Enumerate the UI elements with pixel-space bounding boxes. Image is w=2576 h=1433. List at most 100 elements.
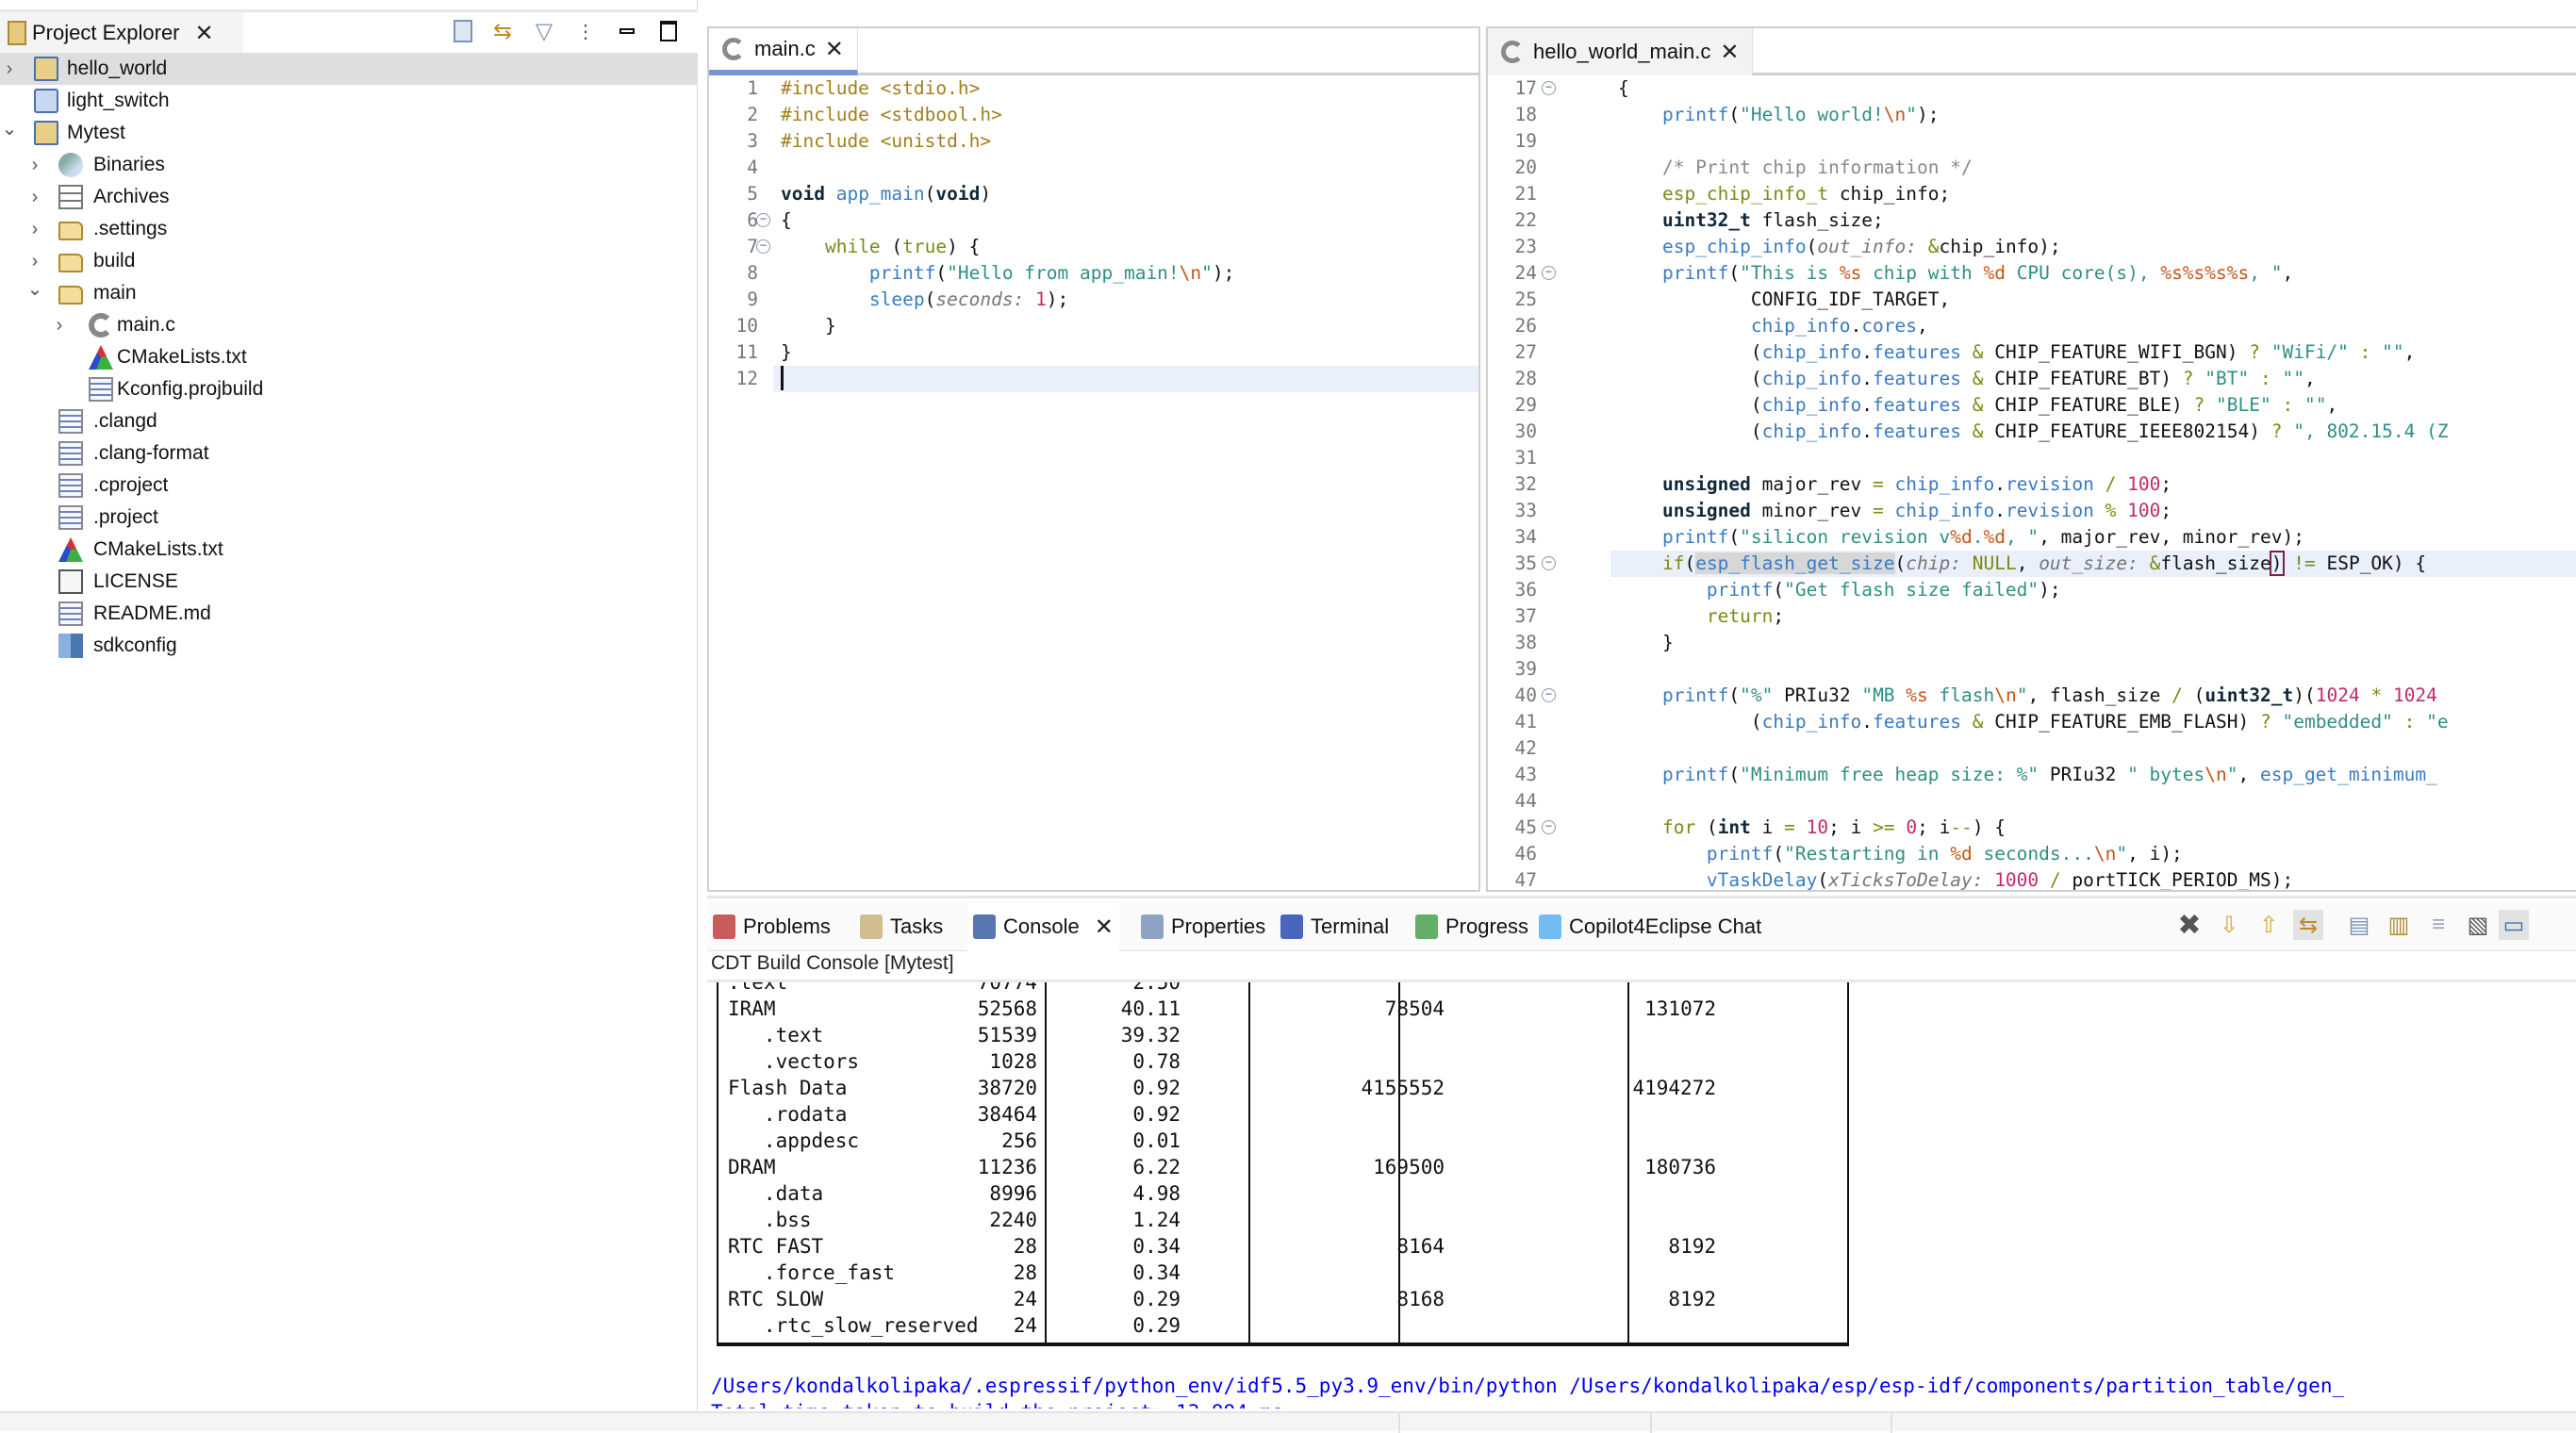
fold-collapse-icon[interactable]: − [1542,556,1556,570]
tree-item-main-c[interactable]: › main.c [0,309,698,341]
tree-item-readme-md[interactable]: README.md [0,598,698,630]
maximize-icon[interactable] [654,15,683,47]
console-output[interactable]: .text 70774 2.50 IRAM 52568 40.11 78504 131072 … [707,980,2576,1408]
editor-tab-hello-world-main-c[interactable]: hello_world_main.c ✕ [1488,28,1754,75]
link-with-editor-icon[interactable]: ⇆ [488,15,517,47]
next-icon[interactable]: ⇩ [2214,910,2244,940]
code-line[interactable]: 5 void app_main(void) [709,181,1478,207]
pin-console-icon[interactable]: ▥ [2384,910,2414,940]
code-line[interactable]: 37 return; [1488,603,2576,630]
tab-copilot4eclipse-chat[interactable]: Copilot4Eclipse Chat [1533,902,1767,951]
tab-properties[interactable]: Properties [1135,902,1271,951]
code-line[interactable]: 43 printf("Minimum free heap size: %" PR… [1488,762,2576,788]
code-line[interactable]: 41 (chip_info.features & CHIP_FEATURE_EM… [1488,709,2576,735]
code-line[interactable]: 20 /* Print chip information */ [1488,155,2576,181]
tab-project-explorer[interactable]: Project Explorer ✕ [0,12,243,54]
tree-item-archives[interactable]: › Archives [0,181,698,213]
code-line[interactable]: 11} [709,339,1478,366]
chevron-right-icon[interactable]: › [50,315,69,337]
tree-item-cproject[interactable]: .cproject [0,469,698,502]
tree-item-build[interactable]: › build [0,245,698,277]
close-icon[interactable]: ✕ [195,20,214,47]
code-line[interactable]: 19 [1488,128,2576,155]
code-line[interactable]: 29 (chip_info.features & CHIP_FEATURE_BL… [1488,392,2576,419]
scroll-lock-icon[interactable]: ▤ [2344,910,2374,940]
code-line[interactable]: 25 CONFIG_IDF_TARGET, [1488,287,2576,313]
remove-launch-icon[interactable]: ✖ [2174,910,2204,941]
tab-problems[interactable]: Problems [707,902,836,951]
code-line[interactable]: 33 unsigned minor_rev = chip_info.revisi… [1488,498,2576,524]
editor-main-c[interactable]: main.c ✕ 1 #include <stdio.h> 2 #include <s… [707,26,1480,892]
close-icon[interactable]: ✕ [1095,914,1114,941]
close-icon[interactable]: ✕ [1720,39,1739,66]
code-line[interactable]: 21 esp_chip_info_t chip_info; [1488,181,2576,207]
tab-tasks[interactable]: Tasks [854,902,949,951]
fold-collapse-icon[interactable]: − [1542,81,1556,95]
tree-item-kconfig-projbuild[interactable]: Kconfig.projbuild [0,373,698,405]
code-line[interactable]: 28 (chip_info.features & CHIP_FEATURE_BT… [1488,366,2576,392]
collapse-all-icon[interactable] [449,15,477,47]
code-line[interactable]: 46 printf("Restarting in %d seconds...\n… [1488,841,2576,867]
tree-item-clang-format[interactable]: .clang-format [0,437,698,469]
code-line[interactable]: 34 printf("silicon revision v%d.%d, ", m… [1488,524,2576,551]
code-line[interactable]: 47 vTaskDelay(xTicksToDelay: 1000 / port… [1488,867,2576,890]
chevron-right-icon[interactable]: › [0,58,19,80]
code-line[interactable]: 6−{ [709,207,1478,234]
code-line[interactable]: 23 esp_chip_info(out_info: &chip_info); [1488,234,2576,260]
code-line[interactable]: 2 #include <stdbool.h> [709,102,1478,128]
code-line[interactable]: 8 printf("Hello from app_main!\n"); [709,260,1478,287]
fold-collapse-icon[interactable]: − [756,239,770,254]
code-line[interactable]: 22 uint32_t flash_size; [1488,207,2576,234]
close-icon[interactable]: ✕ [825,36,844,63]
link-icon[interactable]: ⇆ [2293,910,2323,940]
tab-terminal[interactable]: Terminal [1275,902,1395,951]
code-line[interactable]: 7− while (true) { [709,234,1478,260]
tree-item-sdkconfig[interactable]: sdkconfig [0,630,698,662]
word-wrap-icon[interactable]: ≡ [2423,910,2453,940]
code-line[interactable]: 26 chip_info.cores, [1488,313,2576,339]
chevron-right-icon[interactable]: › [25,155,44,176]
fold-collapse-icon[interactable]: − [1542,688,1556,702]
code-line[interactable]: 1 #include <stdio.h> [709,75,1478,102]
fold-collapse-icon[interactable]: − [1542,820,1556,834]
tree-item-binaries[interactable]: › Binaries [0,149,698,181]
fold-collapse-icon[interactable]: − [756,213,770,227]
code-line[interactable]: 12 [736,366,1478,392]
code-line[interactable]: 9 sleep(seconds: 1); [709,287,1478,313]
code-line[interactable]: 30 (chip_info.features & CHIP_FEATURE_IE… [1488,419,2576,445]
code-line[interactable]: 4 [709,155,1478,181]
fold-collapse-icon[interactable]: − [1542,266,1556,280]
tree-item-cmakelists-txt[interactable]: CMakeLists.txt [0,341,698,373]
console-command-line[interactable]: /Users/kondalkolipaka/.espressif/python_… [711,1373,2344,1399]
code-line[interactable]: 27 (chip_info.features & CHIP_FEATURE_WI… [1488,339,2576,366]
code-line[interactable]: 36 printf("Get flash size failed"); [1488,577,2576,603]
code-area[interactable]: 1 #include <stdio.h> 2 #include <stdbool.h>… [709,74,1478,890]
chevron-right-icon[interactable]: › [25,187,44,208]
editor-hello-world-main-c[interactable]: hello_world_main.c ✕ 17−{18 printf("Hell… [1486,26,2576,892]
tab-progress[interactable]: Progress [1410,902,1534,951]
code-line[interactable]: 18 printf("Hello world!\n"); [1488,102,2576,128]
minimize-icon[interactable] [613,15,641,47]
code-line[interactable]: 40− printf("%" PRIu32 "MB %s flash\n", f… [1488,683,2576,709]
code-line[interactable]: 38 } [1488,630,2576,656]
tree-item-hello-world[interactable]: › hello_world [0,53,698,85]
code-line[interactable]: 45− for (int i = 10; i >= 0; i--) { [1488,815,2576,841]
chevron-right-icon[interactable]: › [25,251,44,272]
code-line[interactable]: 44 [1488,788,2576,815]
tree-item-settings[interactable]: › .settings [0,213,698,245]
code-line[interactable]: 24− printf("This is %s chip with %d CPU … [1488,260,2576,287]
code-line[interactable]: 10 } [709,313,1478,339]
tree-item-project[interactable]: .project [0,502,698,534]
code-line[interactable]: 17− { [1488,75,2576,102]
code-line[interactable]: 31 [1488,445,2576,471]
code-line[interactable]: 35− if(esp_flash_get_size(chip: NULL, ou… [1515,551,2576,577]
code-line[interactable]: 39 [1488,656,2576,683]
code-line[interactable]: 3 #include <unistd.h> [709,128,1478,155]
code-line[interactable]: 42 [1488,735,2576,762]
tree-item-main[interactable]: ⌄ main [0,277,698,309]
editor-tab-main-c[interactable]: main.c ✕ [709,28,858,75]
tree-item-license[interactable]: LICENSE [0,566,698,598]
code-line[interactable]: 32 unsigned major_rev = chip_info.revisi… [1488,471,2576,498]
view-menu-icon[interactable]: ⋮ [571,15,600,47]
filter-icon[interactable]: ▽ [530,15,558,47]
